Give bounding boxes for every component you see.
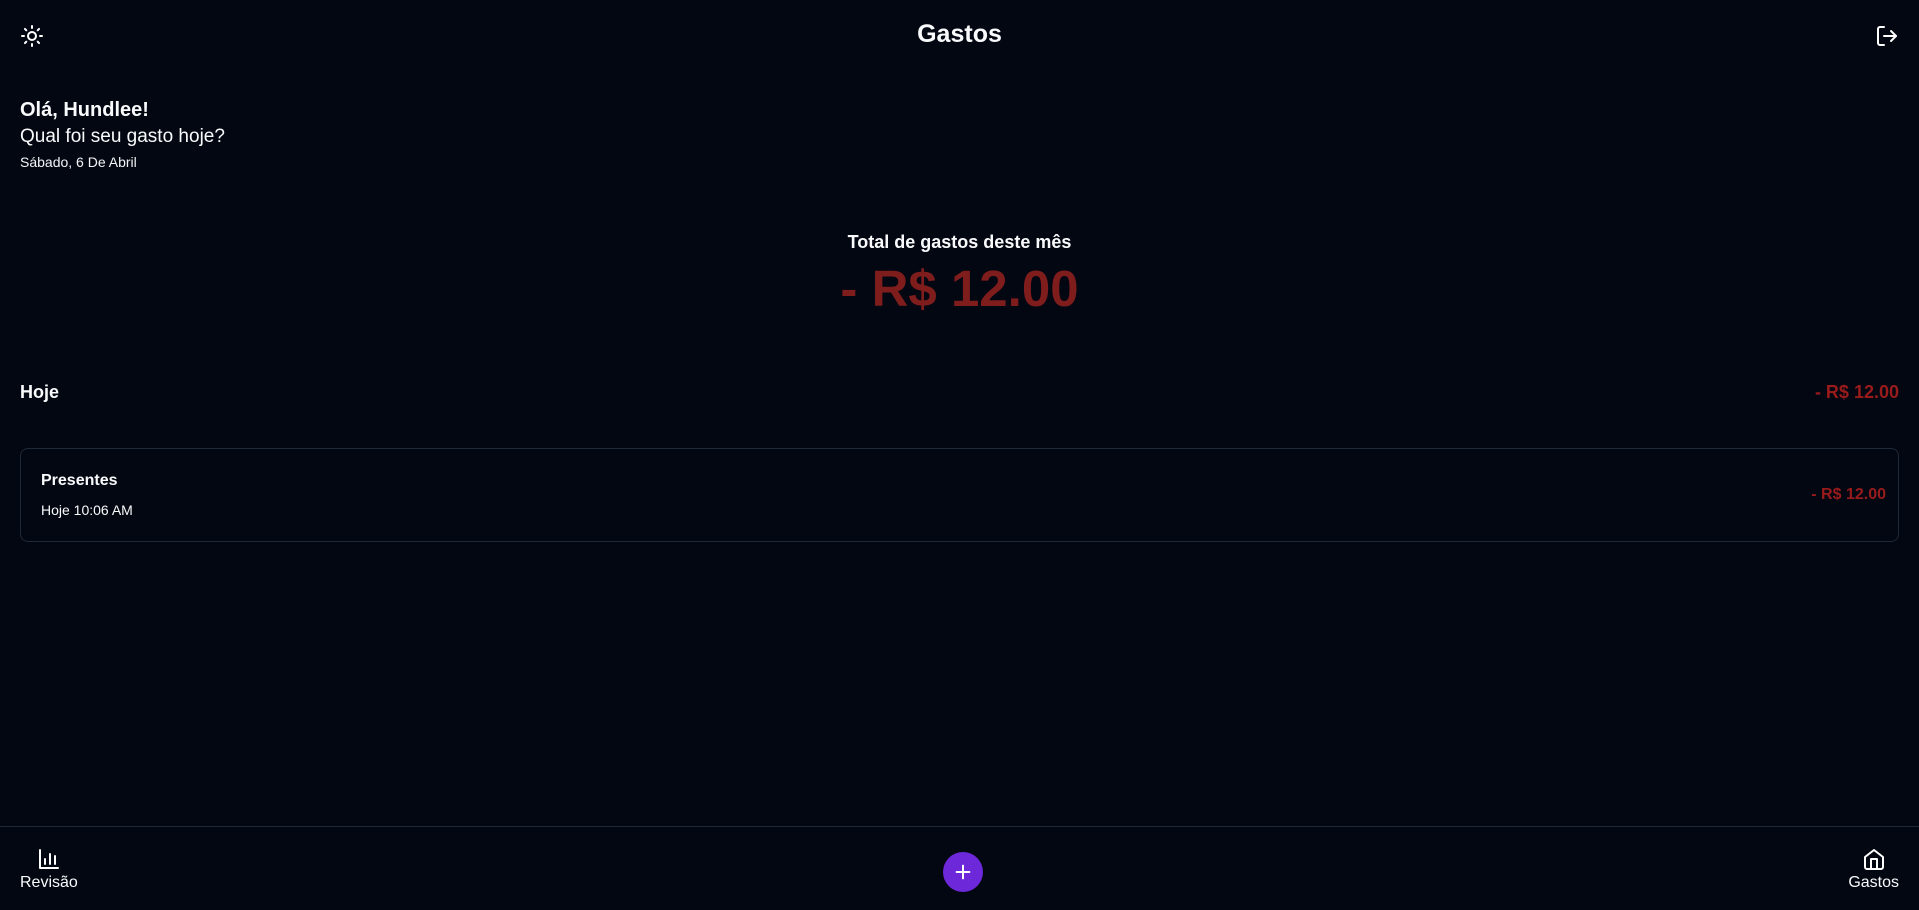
add-expense-button[interactable]	[943, 852, 983, 892]
current-date: Sábado, 6 De Abril	[20, 154, 137, 170]
day-group-total: - R$ 12.00	[1814, 382, 1899, 402]
nav-review-label: Revisão	[20, 874, 78, 891]
day-group-label: Hoje	[20, 382, 60, 402]
expense-time: Hoje 10:06 AM	[41, 502, 133, 518]
monthly-total-value: - R$ 12.00	[840, 260, 1079, 317]
bar-chart-icon	[37, 847, 61, 871]
greeting-section: Olá, Hundlee! Qual foi seu gasto hoje? S…	[20, 97, 225, 172]
top-header: Gastos	[0, 0, 1919, 72]
page-title: Gastos	[917, 20, 1002, 48]
monthly-total-section: Total de gastos deste mês - R$ 12.00	[0, 232, 1919, 317]
nav-review-button[interactable]: Revisão	[20, 847, 78, 893]
logout-icon	[1877, 26, 1897, 46]
monthly-total-label: Total de gastos deste mês	[847, 232, 1072, 252]
app: Gastos Olá, Hundlee! Qual foi seu gasto …	[0, 0, 1919, 910]
expense-card[interactable]: Presentes Hoje 10:06 AM - R$ 12.00	[20, 448, 1899, 542]
day-group-header: Hoje - R$ 12.00	[20, 382, 1899, 403]
nav-gastos-label: Gastos	[1848, 874, 1899, 891]
expense-category: Presentes	[41, 472, 118, 489]
plus-icon	[955, 864, 971, 880]
nav-gastos-button[interactable]: Gastos	[1848, 847, 1899, 893]
home-icon	[1862, 847, 1886, 871]
greeting-name: Olá, Hundlee!	[20, 99, 149, 121]
logout-button[interactable]	[1873, 22, 1901, 50]
greeting-question: Qual foi seu gasto hoje?	[20, 126, 225, 147]
expense-amount: - R$ 12.00	[1811, 486, 1886, 503]
